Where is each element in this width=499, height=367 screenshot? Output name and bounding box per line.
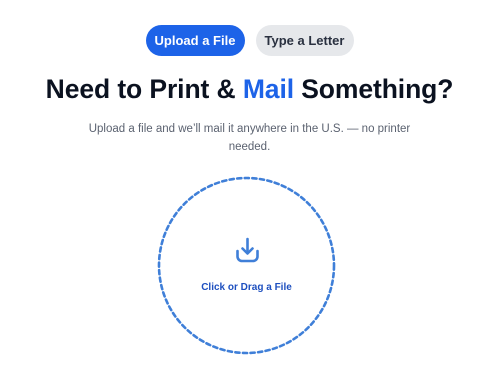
page-subtitle: Upload a file and we’ll mail it anywhere… [88,123,411,153]
tab-upload-file[interactable]: Upload a File [145,25,245,56]
tab-type-letter[interactable]: Type a Letter [255,25,354,56]
mode-tabs: Upload a File Type a Letter [0,25,499,56]
download-tray-icon [236,237,259,263]
title-text-after: Something? [293,74,454,104]
title-accent: Mail [242,74,294,104]
dropzone-label: Click or Drag a File [201,282,292,293]
file-dropzone[interactable]: Click or Drag a File [157,176,336,355]
page-title: Need to Print & Mail Something? [0,74,499,105]
title-text-before: Need to Print & [45,74,243,104]
mail-upload-page: Upload a File Type a Letter Need to Prin… [0,0,499,367]
